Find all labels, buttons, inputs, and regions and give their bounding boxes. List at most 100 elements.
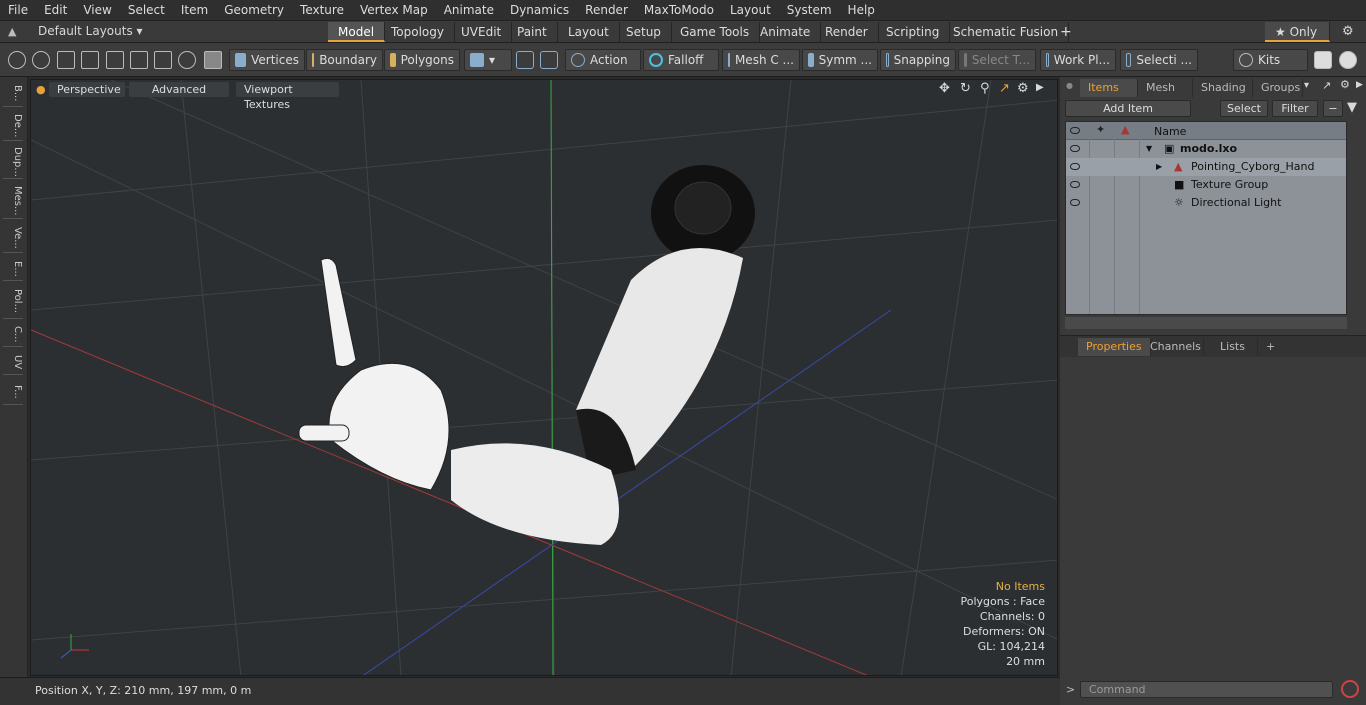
visibility-icon[interactable]: [1070, 181, 1080, 188]
advanced-button[interactable]: Advanced: [129, 82, 229, 97]
cube-icon[interactable]: [204, 51, 222, 69]
menu-file[interactable]: File: [0, 0, 36, 21]
tab-mesh[interactable]: Mesh ...: [1138, 79, 1193, 112]
menu-vertex-map[interactable]: Vertex Map: [352, 0, 436, 21]
menu-animate[interactable]: Animate: [436, 0, 502, 21]
expand-arrow-icon[interactable]: ▼: [1146, 140, 1152, 158]
menu-dynamics[interactable]: Dynamics: [502, 0, 577, 21]
globe-icon[interactable]: [32, 51, 50, 69]
menu-texture[interactable]: Texture: [292, 0, 352, 21]
filter-button[interactable]: Filter: [1272, 100, 1318, 117]
tree-row-scene[interactable]: ▼ ▣ modo.lxo: [1066, 140, 1346, 158]
tab-uvedit[interactable]: UVEdit: [451, 22, 513, 42]
move-icon[interactable]: [130, 51, 148, 69]
vtab-curve[interactable]: C...: [3, 323, 23, 347]
visibility-icon[interactable]: [1070, 163, 1080, 170]
action-center-button[interactable]: Action: [565, 49, 641, 71]
menu-item[interactable]: Item: [173, 0, 216, 21]
vtab-edge[interactable]: E...: [3, 257, 23, 281]
vertices-button[interactable]: Vertices: [229, 49, 305, 71]
selection-sets-button[interactable]: Selecti ...: [1120, 49, 1198, 71]
tab-setup[interactable]: Setup: [616, 22, 672, 42]
falloff-button[interactable]: Falloff: [643, 49, 719, 71]
record-icon[interactable]: [1341, 680, 1359, 698]
menu-layout[interactable]: Layout: [722, 0, 779, 21]
tab-layout[interactable]: Layout: [558, 22, 620, 42]
mesh-constraint-button[interactable]: Mesh C ...: [722, 49, 800, 71]
tab-game-tools[interactable]: Game Tools: [670, 22, 761, 42]
frame-icon[interactable]: [154, 51, 172, 69]
tree-scrollbar[interactable]: [1065, 317, 1347, 329]
name-column-header[interactable]: Name: [1154, 125, 1186, 138]
gear-icon[interactable]: ⚙: [1342, 24, 1354, 39]
perspective-button[interactable]: Perspective: [49, 82, 125, 97]
expand-panel-icon[interactable]: ↗: [1322, 79, 1331, 92]
panel-more-icon[interactable]: ▶: [1356, 80, 1363, 90]
work-plane-button[interactable]: Work Pl...: [1040, 49, 1116, 71]
menu-maxtomodo[interactable]: MaxToModo: [636, 0, 722, 21]
vtab-duplicate[interactable]: Dup...: [3, 145, 23, 179]
add-prop-tab-button[interactable]: +: [1258, 338, 1283, 356]
pan-icon[interactable]: ✥: [939, 81, 950, 96]
tree-row-texture-group[interactable]: ■ Texture Group: [1066, 176, 1346, 194]
tab-items[interactable]: Items: [1080, 79, 1138, 97]
tab-properties[interactable]: Properties: [1078, 338, 1151, 356]
tree-row-light[interactable]: ☼ Directional Light: [1066, 194, 1346, 212]
vtab-polygon[interactable]: Pol...: [3, 285, 23, 319]
viewport-textures-button[interactable]: Viewport Textures: [236, 82, 339, 111]
tab-model[interactable]: Model: [328, 22, 386, 42]
menu-edit[interactable]: Edit: [36, 0, 75, 21]
brush-icon[interactable]: [81, 51, 99, 69]
orbit-icon[interactable]: ↻: [960, 81, 971, 96]
command-input[interactable]: Command: [1080, 681, 1333, 698]
vtab-fusion[interactable]: F...: [3, 379, 23, 405]
add-tab-button[interactable]: +: [1050, 22, 1082, 42]
collapse-arrow-icon[interactable]: ▶: [1156, 158, 1162, 176]
tab-channels[interactable]: Channels: [1142, 338, 1204, 356]
3d-viewport[interactable]: ● Perspective Advanced Viewport Textures…: [30, 79, 1058, 676]
material-dropdown[interactable]: ▾: [464, 49, 512, 71]
shield-alt-icon[interactable]: [540, 51, 558, 69]
fit-icon[interactable]: ↗: [999, 81, 1010, 96]
menu-view[interactable]: View: [75, 0, 119, 21]
shield-icon[interactable]: [516, 51, 534, 69]
select-button[interactable]: Select: [1220, 100, 1268, 117]
unreal-icon[interactable]: [1339, 51, 1357, 69]
layouts-dropdown[interactable]: Default Layouts ▾: [38, 24, 143, 38]
boundary-button[interactable]: Boundary: [306, 49, 383, 71]
menu-geometry[interactable]: Geometry: [216, 0, 292, 21]
symmetry-button[interactable]: Symm ...: [802, 49, 878, 71]
vtab-deform[interactable]: De...: [3, 111, 23, 141]
tab-shading[interactable]: Shading: [1193, 79, 1253, 97]
polygons-button[interactable]: Polygons: [384, 49, 460, 71]
unity-icon[interactable]: [1314, 51, 1332, 69]
collapse-icon[interactable]: −: [1323, 100, 1343, 117]
home-arrow-icon[interactable]: ▲: [8, 25, 16, 38]
tree-row-mesh[interactable]: ▶ ▲ Pointing_Cyborg_Hand: [1066, 158, 1346, 176]
panel-gear-icon[interactable]: ⚙: [1340, 78, 1350, 91]
rotate-icon[interactable]: [178, 51, 196, 69]
tab-paint[interactable]: Paint: [507, 22, 558, 42]
zoom-icon[interactable]: ⚲: [980, 81, 990, 96]
menu-help[interactable]: Help: [840, 0, 883, 21]
pen-icon[interactable]: [57, 51, 75, 69]
tab-animate[interactable]: Animate: [750, 22, 822, 42]
vtab-basic[interactable]: B...: [3, 81, 23, 107]
funnel-icon[interactable]: ▼: [1347, 100, 1357, 115]
tab-lists[interactable]: Lists: [1208, 338, 1258, 356]
align-icon[interactable]: [106, 51, 124, 69]
visibility-icon[interactable]: [1070, 145, 1080, 152]
circle-select-icon[interactable]: [8, 51, 26, 69]
only-toggle[interactable]: ★ Only: [1265, 22, 1330, 42]
select-through-button[interactable]: Select T...: [958, 49, 1036, 71]
snapping-button[interactable]: Snapping: [880, 49, 956, 71]
menu-system[interactable]: System: [779, 0, 840, 21]
viewport-expand-icon[interactable]: ▶: [1036, 82, 1044, 93]
add-item-button[interactable]: Add Item: [1065, 100, 1191, 117]
tab-render[interactable]: Render: [815, 22, 879, 42]
tab-groups[interactable]: Groups: [1253, 79, 1303, 97]
viewport-gear-icon[interactable]: ⚙: [1017, 81, 1029, 96]
vtab-uv[interactable]: UV: [3, 351, 23, 375]
visibility-icon[interactable]: [1070, 199, 1080, 206]
viewport-dot-icon[interactable]: ●: [36, 83, 46, 96]
